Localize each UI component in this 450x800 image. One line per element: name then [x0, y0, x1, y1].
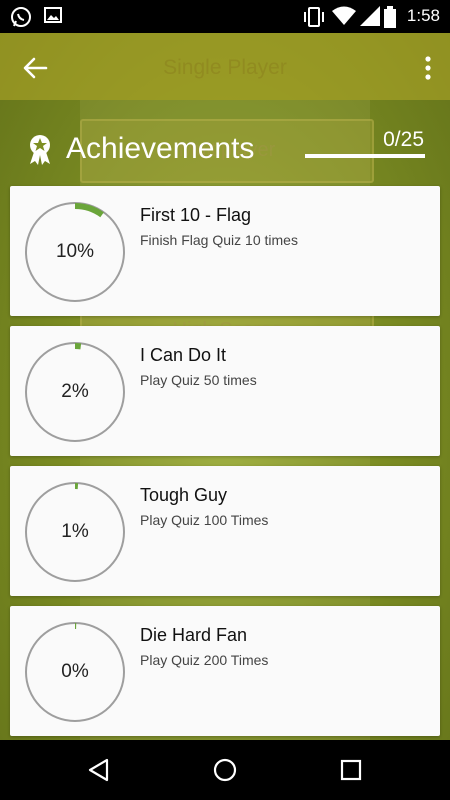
achievements-count: 0/25	[383, 128, 424, 151]
more-vert-icon[interactable]	[420, 53, 436, 83]
back-arrow-icon[interactable]	[20, 53, 50, 83]
achievement-description: Finish Flag Quiz 10 times	[140, 232, 298, 248]
achievement-name: Tough Guy	[140, 485, 228, 505]
achievement-percent: 1%	[61, 521, 89, 542]
achievement-percent: 10%	[55, 241, 95, 262]
status-bar: 1:58	[0, 0, 450, 33]
achievement-card[interactable]: 1% Tough Guy Play Quiz 100 Times	[10, 466, 440, 596]
home-circle-icon[interactable]	[212, 757, 238, 783]
achievements-progress-bar	[305, 154, 425, 158]
wifi-icon	[332, 6, 356, 25]
cell-signal-icon	[360, 6, 380, 26]
achievements-title: Achievements	[66, 132, 255, 165]
achievement-card[interactable]: 10% First 10 - Flag Finish Flag Quiz 10 …	[10, 186, 440, 316]
achievement-percent: 2%	[61, 381, 89, 402]
achievements-header: Achievements 0/25	[0, 120, 450, 180]
whatsapp-icon	[11, 7, 31, 27]
achievement-card[interactable]: 0% Die Hard Fan Play Quiz 200 Times	[10, 606, 440, 736]
achievement-percent: 0%	[61, 661, 89, 682]
achievement-description: Play Quiz 200 Times	[140, 652, 269, 668]
clock: 1:58	[406, 6, 440, 25]
achievement-name: I Can Do It	[140, 345, 227, 365]
app-bar	[0, 33, 450, 100]
recents-square-icon[interactable]	[338, 757, 364, 783]
navigation-bar	[0, 740, 450, 800]
achievement-card[interactable]: 2% I Can Do It Play Quiz 50 times	[10, 326, 440, 456]
image-icon	[44, 7, 62, 23]
achievement-name: Die Hard Fan	[140, 625, 248, 645]
achievement-description: Play Quiz 50 times	[140, 372, 257, 388]
achievement-description: Play Quiz 100 Times	[140, 512, 269, 528]
award-ribbon-icon	[30, 135, 50, 165]
vibrate-icon	[304, 7, 324, 27]
battery-icon	[384, 6, 396, 28]
back-triangle-icon[interactable]	[86, 757, 112, 783]
achievement-name: First 10 - Flag	[140, 205, 252, 225]
